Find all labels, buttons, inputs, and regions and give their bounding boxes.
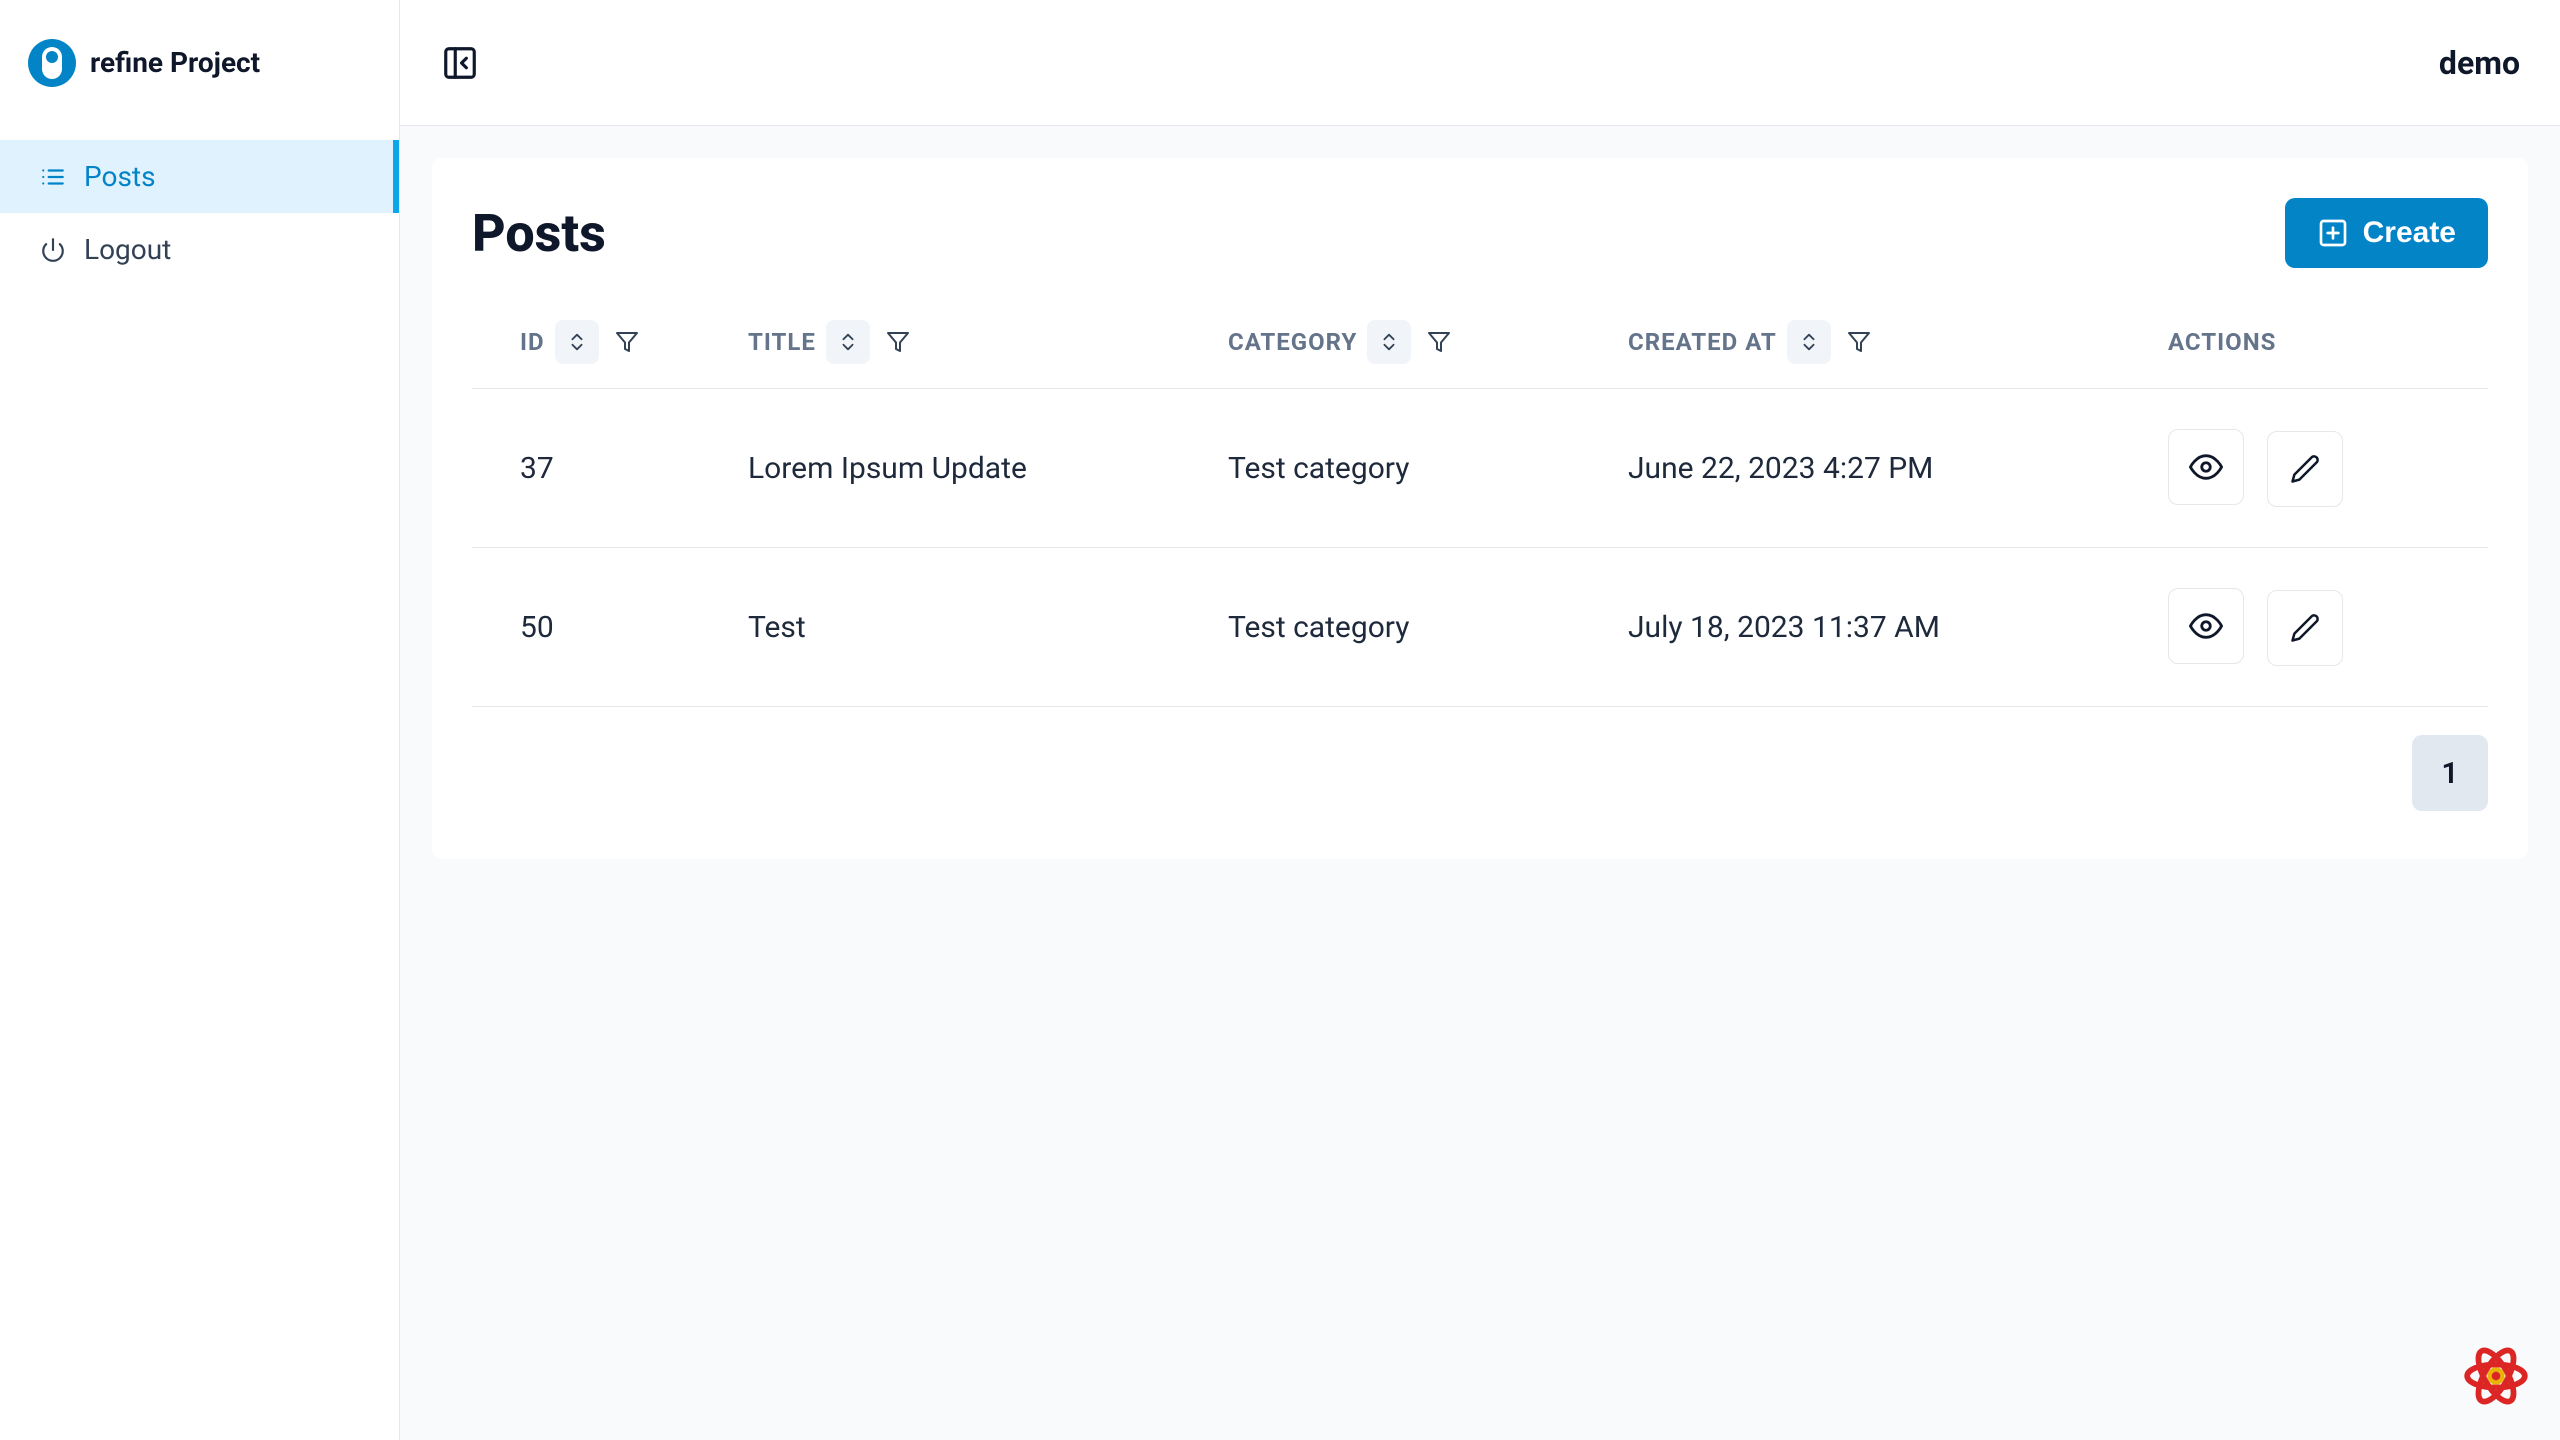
page-button-1[interactable]: 1 [2412, 735, 2488, 811]
cell-id: 37 [472, 389, 732, 548]
sidebar-item-label: Posts [84, 160, 156, 193]
chevrons-up-down-icon [837, 331, 859, 353]
eye-icon [2189, 609, 2223, 643]
main: demo Posts Create ID [400, 0, 2560, 1440]
filter-icon [886, 330, 910, 354]
posts-table: ID [472, 300, 2488, 707]
cell-created-at: July 18, 2023 11:37 AM [1612, 548, 2152, 707]
edit-button[interactable] [2267, 590, 2343, 666]
cell-title: Lorem Ipsum Update [732, 389, 1212, 548]
pagination: 1 [472, 735, 2488, 811]
react-query-devtools-button[interactable] [2460, 1340, 2532, 1412]
collapse-sidebar-button[interactable] [440, 43, 480, 83]
brand-logo [28, 39, 76, 87]
column-label: CREATED AT [1628, 328, 1777, 356]
card-header: Posts Create [472, 198, 2488, 268]
column-label: ID [520, 328, 545, 356]
sidebar-nav: Posts Logout [0, 126, 399, 286]
sidebar-header: refine Project [0, 0, 399, 126]
page-title: Posts [472, 203, 606, 264]
filter-button-id[interactable] [609, 324, 645, 360]
cell-created-at: June 22, 2023 4:27 PM [1612, 389, 2152, 548]
cell-title: Test [732, 548, 1212, 707]
create-button-label: Create [2363, 216, 2456, 250]
filter-button-title[interactable] [880, 324, 916, 360]
table-row: 37 Lorem Ipsum Update Test category June… [472, 389, 2488, 548]
column-label: CATEGORY [1228, 328, 1357, 356]
sidebar-item-posts[interactable]: Posts [0, 140, 399, 213]
current-user: demo [2439, 44, 2520, 82]
column-header-actions: ACTIONS [2152, 300, 2488, 389]
create-button[interactable]: Create [2285, 198, 2488, 268]
content: Posts Create ID [400, 126, 2560, 1440]
topbar: demo [400, 0, 2560, 126]
filter-icon [1847, 330, 1871, 354]
column-label: TITLE [748, 328, 816, 356]
eye-icon [2189, 450, 2223, 484]
sort-button-id[interactable] [555, 320, 599, 364]
column-header-created-at: CREATED AT [1612, 300, 2152, 389]
filter-button-category[interactable] [1421, 324, 1457, 360]
cell-actions [2152, 548, 2488, 707]
cell-category: Test category [1212, 548, 1612, 707]
sidebar: refine Project Posts Logout [0, 0, 400, 1440]
project-title: refine Project [90, 46, 260, 79]
filter-button-created-at[interactable] [1841, 324, 1877, 360]
list-icon [40, 164, 66, 190]
chevrons-up-down-icon [1378, 331, 1400, 353]
sort-button-created-at[interactable] [1787, 320, 1831, 364]
view-button[interactable] [2168, 429, 2244, 505]
react-query-icon [2460, 1340, 2532, 1412]
column-label: ACTIONS [2168, 328, 2276, 356]
column-header-category: CATEGORY [1212, 300, 1612, 389]
plus-square-icon [2317, 217, 2349, 249]
cell-actions [2152, 389, 2488, 548]
column-header-title: TITLE [732, 300, 1212, 389]
sidebar-item-label: Logout [84, 233, 171, 266]
power-icon [40, 237, 66, 263]
chevrons-up-down-icon [566, 331, 588, 353]
sort-button-category[interactable] [1367, 320, 1411, 364]
table-header-row: ID [472, 300, 2488, 389]
view-button[interactable] [2168, 588, 2244, 664]
pencil-icon [2290, 454, 2320, 484]
pencil-icon [2290, 613, 2320, 643]
filter-icon [615, 330, 639, 354]
chevrons-up-down-icon [1798, 331, 1820, 353]
cell-category: Test category [1212, 389, 1612, 548]
column-header-id: ID [472, 300, 732, 389]
sort-button-title[interactable] [826, 320, 870, 364]
edit-button[interactable] [2267, 431, 2343, 507]
posts-card: Posts Create ID [432, 158, 2528, 859]
panel-left-close-icon [441, 44, 479, 82]
table-row: 50 Test Test category July 18, 2023 11:3… [472, 548, 2488, 707]
sidebar-item-logout[interactable]: Logout [0, 213, 399, 286]
cell-id: 50 [472, 548, 732, 707]
filter-icon [1427, 330, 1451, 354]
